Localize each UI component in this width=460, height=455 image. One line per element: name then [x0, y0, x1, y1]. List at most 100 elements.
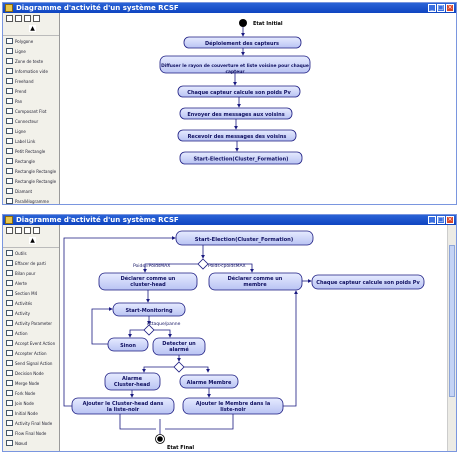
palette-tool-label: Join Node [15, 401, 34, 406]
activity-declarer-membre[interactable]: Déclarer comme un membre [208, 272, 303, 291]
decision-node[interactable] [173, 361, 185, 373]
palette-toolbar: ▲ [3, 13, 59, 36]
palette-tool-label: Parallélogramme [15, 199, 49, 204]
palette-tool-5[interactable]: Activités [6, 299, 59, 308]
activity-ajouter-cluster-head[interactable]: Ajouter le Cluster-head dans la liste-noi… [71, 397, 175, 415]
palette-tool-label: Initial Node [15, 411, 38, 416]
diagram-canvas: Start-Election(Cluster_Formation) Poids=… [60, 225, 456, 451]
text-tool-icon[interactable] [33, 227, 40, 234]
palette-tool-1[interactable]: Effacer de parti [6, 259, 59, 268]
palette-tool-10[interactable]: Accepter Action [6, 349, 59, 358]
initial-state-label: Etat Initial [253, 21, 283, 27]
palette-tool-0[interactable]: Polygone [6, 37, 59, 46]
maximize-button[interactable]: □ [437, 216, 445, 224]
palette-tool-14[interactable]: Fork Node [6, 389, 59, 398]
select-tool-icon[interactable] [6, 227, 13, 234]
activity-diffuser[interactable]: Diffuser le rayon de couverture et liste… [159, 55, 311, 75]
tool-icon [6, 178, 13, 184]
palette-tool-8[interactable]: Action [6, 329, 59, 338]
palette-tool-2[interactable]: Bilan pour [6, 269, 59, 278]
activity-label: Start-Monitoring [125, 308, 173, 314]
palette-tool-5[interactable]: Prend [6, 87, 59, 96]
activity-ajouter-membre[interactable]: Ajouter le Membre dans la liste-noir [182, 397, 284, 415]
palette-tool-label: Merge Node [15, 381, 40, 386]
activity-start-election[interactable]: Start-Election(Cluster_Formation) [175, 230, 314, 246]
initial-state-node[interactable] [239, 19, 247, 27]
palette-tool-3[interactable]: Alerte [6, 279, 59, 288]
tool-icon [6, 340, 13, 346]
palette-tool-11[interactable]: Send Signal Action [6, 359, 59, 368]
palette-tool-19[interactable]: Nœud [6, 439, 59, 448]
palette-tool-6[interactable]: Activity [6, 309, 59, 318]
activity-alarme-cluster-head[interactable]: Alarme Cluster-head [104, 372, 161, 391]
palette-tool-2[interactable]: Zone de texte [6, 57, 59, 66]
activity-alarme-membre[interactable]: Alarme Membre [179, 374, 239, 389]
hand-tool-icon[interactable] [24, 15, 31, 22]
palette-tool-8[interactable]: Connecteur [6, 117, 59, 126]
activity-calcul-poids[interactable]: Chaque capteur calcule son poids Pv [177, 85, 301, 98]
vertical-scrollbar[interactable] [447, 225, 456, 451]
palette-tool-17[interactable]: Activity Final Node [6, 419, 59, 428]
palette-tool-12[interactable]: Rectangle [6, 157, 59, 166]
palette-tool-9[interactable]: Accept Event Action [6, 339, 59, 348]
activity-deploiement[interactable]: Déploiement des capteurs [183, 36, 302, 49]
activity-calcul-poids[interactable]: Chaque capteur calcule son poids Pv [311, 274, 425, 290]
palette-tool-label: Ligne [15, 49, 26, 54]
scrollbar-thumb[interactable] [449, 245, 455, 397]
activity-start-monitoring[interactable]: Start-Monitoring [112, 302, 186, 317]
activity-detecter-alarme[interactable]: Detecter un alarmé [152, 337, 206, 356]
palette-tool-13[interactable]: Rectangle Rectangle [6, 167, 59, 176]
palette-tool-15[interactable]: Diamant [6, 187, 59, 196]
palette-tool-12[interactable]: Decision Node [6, 369, 59, 378]
palette-tool-13[interactable]: Merge Node [6, 379, 59, 388]
palette-tool-label: Action [15, 331, 28, 336]
palette-tool-16[interactable]: Parallélogramme [6, 197, 59, 204]
decision-node[interactable] [197, 258, 209, 270]
palette-tool-label: Petit Rectangle [15, 149, 46, 154]
tool-icon [6, 58, 13, 64]
palette-tool-14[interactable]: Rectangle Rectangle [6, 177, 59, 186]
minimize-button[interactable]: _ [428, 216, 436, 224]
maximize-button[interactable]: □ [437, 4, 445, 12]
zoom-tool-icon[interactable] [15, 227, 22, 234]
activity-sinon[interactable]: Sinon [107, 337, 149, 352]
palette-tool-label: Activités [15, 301, 33, 306]
tool-icon [6, 198, 13, 204]
activity-envoyer[interactable]: Envoyer des messages aux voisins [179, 107, 293, 120]
activity-recevoir[interactable]: Recevoir des messages des voisins [177, 129, 297, 142]
activity-declarer-cluster-head[interactable]: Déclarer comme un cluster-head [98, 272, 198, 291]
palette-tool-label: Composant Flot [15, 109, 47, 114]
palette-tool-3[interactable]: Information vide [6, 67, 59, 76]
zoom-tool-icon[interactable] [15, 15, 22, 22]
close-button[interactable]: × [446, 4, 454, 12]
palette-tool-6[interactable]: Pan [6, 97, 59, 106]
activity-start-election[interactable]: Start-Election(Cluster_Formation) [179, 151, 303, 165]
hand-tool-icon[interactable] [24, 227, 31, 234]
palette-tool-16[interactable]: Initial Node [6, 409, 59, 418]
scroll-up-icon[interactable]: ▲ [29, 237, 36, 244]
scroll-up-icon[interactable]: ▲ [29, 25, 36, 32]
palette-tool-label: Prend [15, 89, 27, 94]
palette-tool-15[interactable]: Join Node [6, 399, 59, 408]
minimize-button[interactable]: _ [428, 4, 436, 12]
palette-tool-label: Activity Parameter [15, 321, 53, 326]
title-bar: Diagramme d'activité d'un système RCSF _… [3, 3, 456, 13]
palette-tool-4[interactable]: Section M4 [6, 289, 59, 298]
palette-tool-1[interactable]: Ligne [6, 47, 59, 56]
tool-icon [6, 108, 13, 114]
select-tool-icon[interactable] [6, 15, 13, 22]
palette-tool-7[interactable]: Activity Parameter [6, 319, 59, 328]
palette-tool-0[interactable]: Outils [6, 249, 59, 258]
tool-icon [6, 118, 13, 124]
palette-tool-11[interactable]: Petit Rectangle [6, 147, 59, 156]
activity-label: Start-Election(Cluster_Formation) [195, 237, 293, 243]
palette-tool-7[interactable]: Composant Flot [6, 107, 59, 116]
palette-tool-18[interactable]: Flow Final Node [6, 429, 59, 438]
tool-icon [6, 310, 13, 316]
palette-tool-4[interactable]: Freehand [6, 77, 59, 86]
close-button[interactable]: × [446, 216, 454, 224]
palette-tool-10[interactable]: Label Link [6, 137, 59, 146]
text-tool-icon[interactable] [33, 15, 40, 22]
palette-tool-9[interactable]: Ligne [6, 127, 59, 136]
tool-icon [6, 390, 13, 396]
